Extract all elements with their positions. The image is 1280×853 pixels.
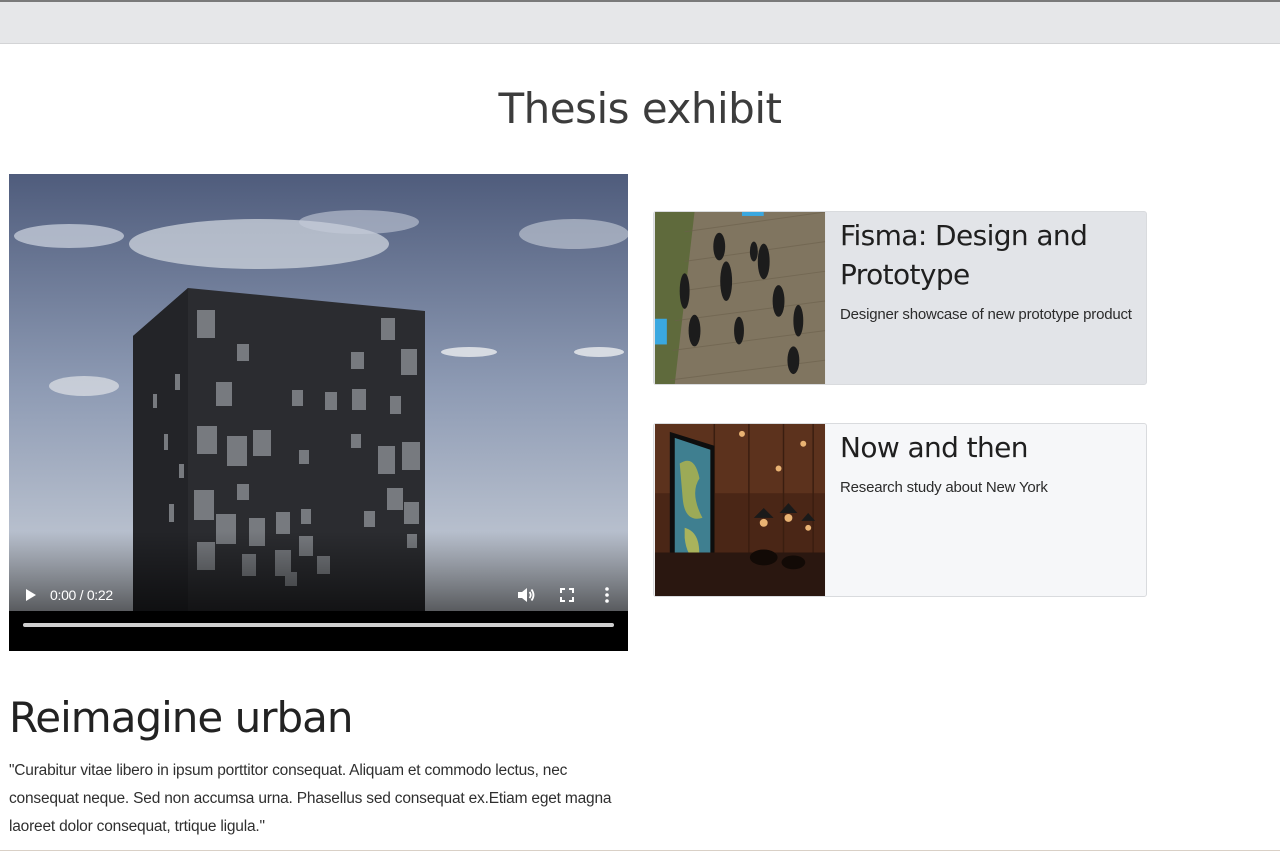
controls-bar (9, 611, 628, 651)
fullscreen-icon[interactable] (559, 586, 575, 604)
project-description: Designer showcase of new prototype produ… (840, 306, 1132, 323)
project-card-now-and-then[interactable]: Now and then Research study about New Yo… (653, 423, 1147, 597)
page-title: Thesis exhibit (498, 84, 782, 133)
play-icon[interactable] (23, 586, 39, 604)
project-description: Research study about New York (840, 479, 1048, 496)
project-card-fisma[interactable]: Fisma: Design and Prototype Designer sho… (653, 211, 1147, 385)
video-player[interactable]: 0:00 / 0:22 (9, 174, 628, 651)
project-title[interactable]: Fisma: Design and Prototype (840, 216, 1130, 294)
volume-icon[interactable] (516, 586, 536, 604)
video-time-display: 0:00 / 0:22 (50, 587, 113, 603)
divider (0, 850, 1280, 851)
more-options-icon[interactable] (601, 586, 613, 604)
project-thumbnail-now-and-then (654, 424, 826, 596)
browser-top-bar (0, 0, 1280, 44)
feature-heading: Reimagine urban (9, 693, 353, 742)
video-progress-bar[interactable] (23, 623, 614, 627)
feature-quote: "Curabitur vitae libero in ipsum porttit… (9, 762, 612, 835)
project-thumbnail-fisma (654, 212, 826, 384)
project-title[interactable]: Now and then (840, 428, 1130, 467)
